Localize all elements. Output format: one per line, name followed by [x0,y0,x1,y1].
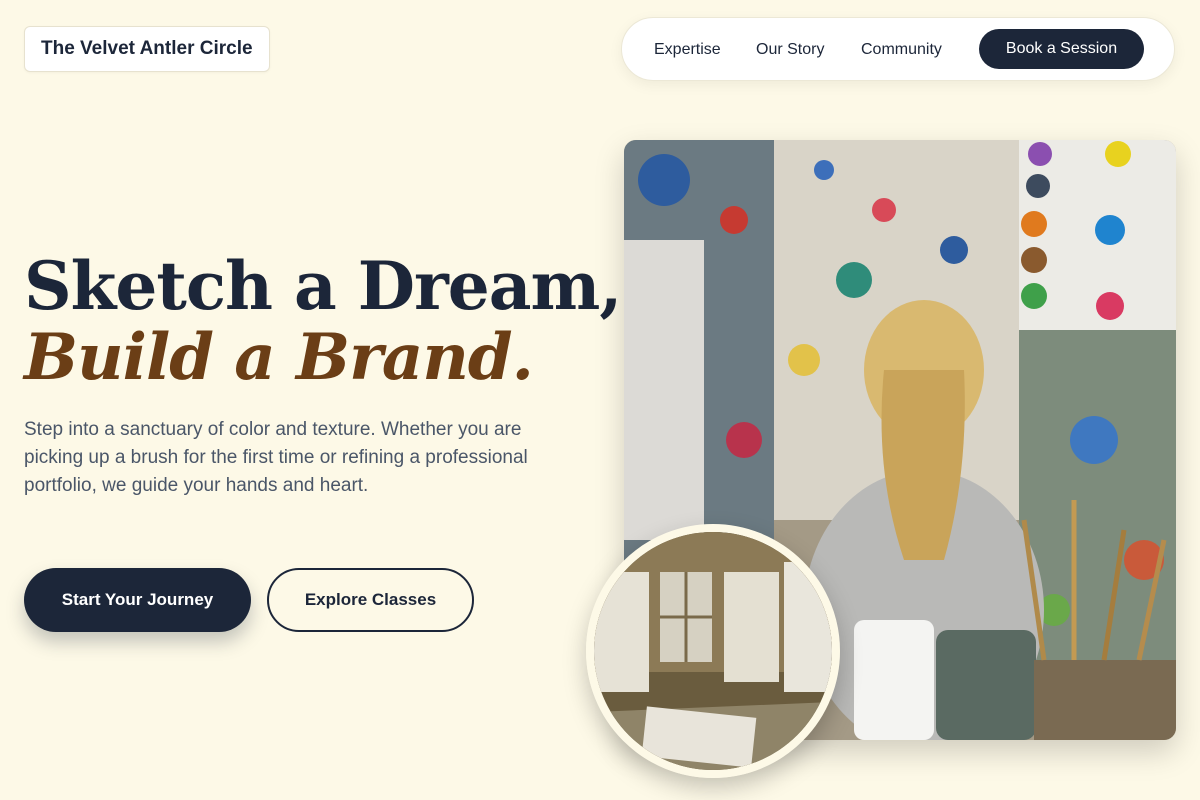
hero-inset-image [586,524,840,778]
brand-logo[interactable]: The Velvet Antler Circle [24,26,270,72]
brand-name: The Velvet Antler Circle [41,38,253,59]
hero-title-line2: Build a Brand. [24,320,534,395]
hero-title: Sketch a Dream, Build a Brand. [24,247,622,395]
explore-classes-button[interactable]: Explore Classes [267,568,474,632]
book-session-button[interactable]: Book a Session [979,29,1144,69]
top-navigation: Expertise Our Story Community Book a Ses… [621,17,1175,81]
hero-title-line1: Sketch a Dream, [24,247,622,325]
nav-link-community[interactable]: Community [861,18,942,82]
nav-link-our-story[interactable]: Our Story [756,18,824,82]
start-journey-button[interactable]: Start Your Journey [24,568,251,632]
art-studio-illustration [594,532,832,770]
hero-description: Step into a sanctuary of color and textu… [24,419,528,496]
nav-link-expertise[interactable]: Expertise [654,18,721,82]
